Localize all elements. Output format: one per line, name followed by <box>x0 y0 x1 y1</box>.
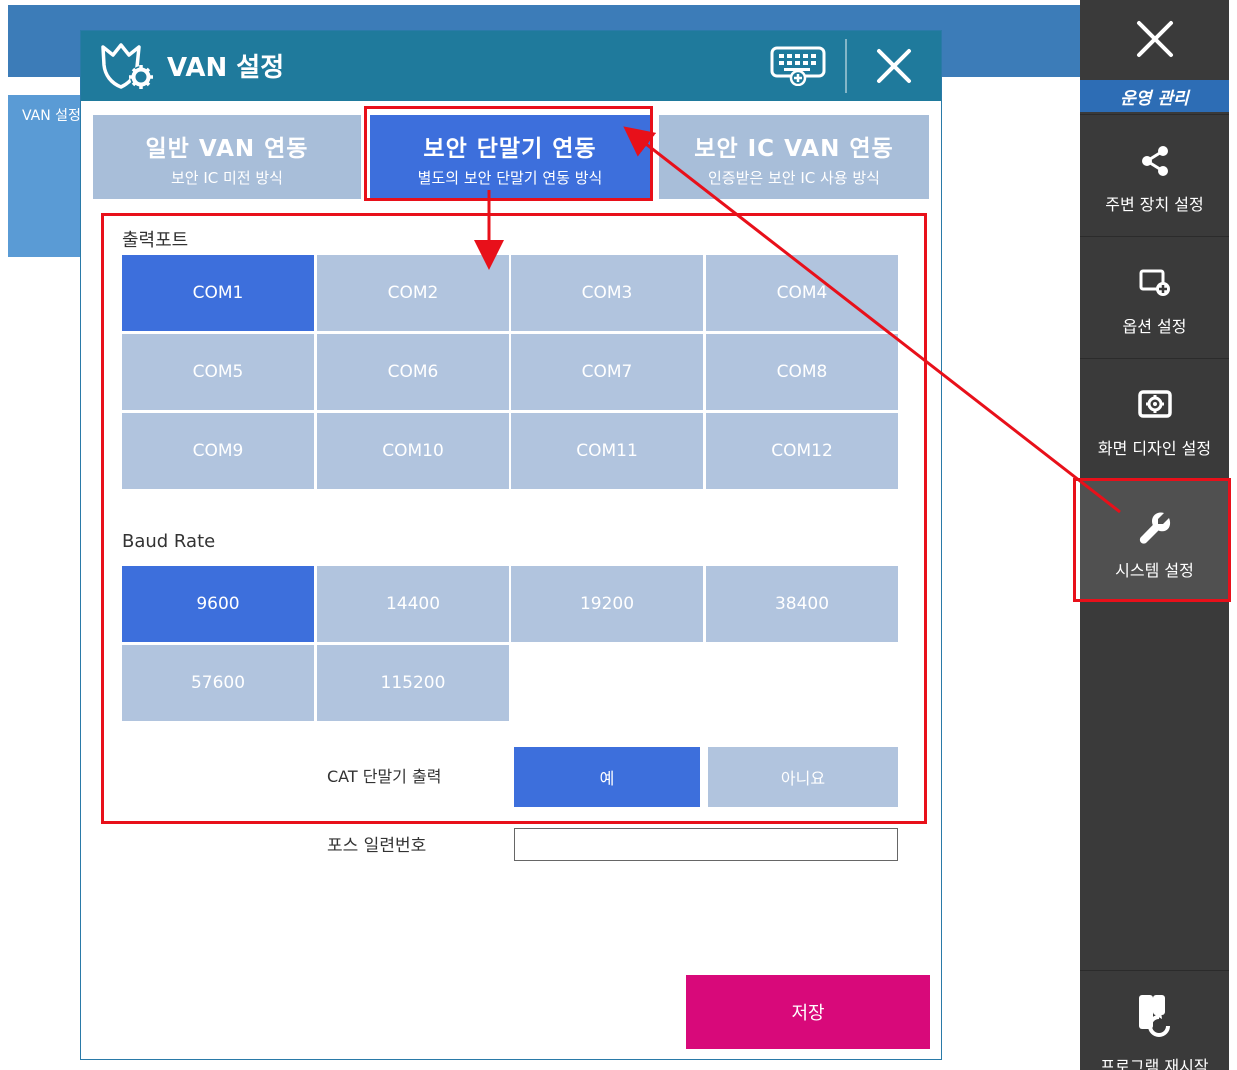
port-option-com8[interactable]: COM8 <box>706 334 898 410</box>
sidebar-close-button[interactable] <box>1080 0 1229 78</box>
title-divider <box>845 39 847 93</box>
baud-option-14400[interactable]: 14400 <box>317 566 509 642</box>
close-icon <box>877 49 911 83</box>
monitor-gear-icon <box>1137 390 1172 418</box>
sidebar-item-screen-design[interactable]: 화면 디자인 설정 <box>1080 358 1229 478</box>
wrench-icon <box>1139 512 1170 544</box>
cat-output-no-button[interactable]: 아니요 <box>708 747 898 807</box>
pos-serial-input[interactable] <box>514 828 898 861</box>
cat-output-label: CAT 단말기 출력 <box>327 767 442 786</box>
baud-option-9600[interactable]: 9600 <box>122 566 314 642</box>
baud-section-label: Baud Rate <box>122 531 216 552</box>
shield-gear-icon <box>99 41 159 95</box>
tab-subtitle: 별도의 보안 단말기 연동 방식 <box>417 169 603 187</box>
right-sidebar: 운영 관리 주변 장치 설정 옵션 설정 화면 디자인 설정 시스템 설정 프로… <box>1080 0 1229 1070</box>
port-option-com11[interactable]: COM11 <box>511 413 703 489</box>
close-icon <box>1136 21 1173 57</box>
dialog-close-button[interactable] <box>869 41 919 91</box>
tab-subtitle: 인증받은 보안 IC 사용 방식 <box>708 169 880 187</box>
sidebar-item-label: 시스템 설정 <box>1115 561 1194 580</box>
share-icon <box>1141 146 1168 176</box>
pos-serial-label: 포스 일련번호 <box>327 836 427 856</box>
sidebar-item-options[interactable]: 옵션 설정 <box>1080 236 1229 356</box>
baud-option-19200[interactable]: 19200 <box>511 566 703 642</box>
tab-title: 보안 IC VAN 연동 <box>694 136 894 162</box>
tab-title: 보안 단말기 연동 <box>423 136 597 162</box>
port-option-com4[interactable]: COM4 <box>706 255 898 331</box>
port-option-com12[interactable]: COM12 <box>706 413 898 489</box>
save-button[interactable]: 저장 <box>686 975 930 1049</box>
sidebar-item-label: 옵션 설정 <box>1122 317 1187 336</box>
sidebar-item-label: 주변 장치 설정 <box>1105 195 1204 214</box>
port-option-com10[interactable]: COM10 <box>317 413 509 489</box>
port-option-com3[interactable]: COM3 <box>511 255 703 331</box>
port-option-com6[interactable]: COM6 <box>317 334 509 410</box>
sidebar-item-label: 프로그램 재시작 <box>1100 1057 1209 1070</box>
background-left-tab-label: VAN 설정 <box>22 108 81 124</box>
sidebar-header: 운영 관리 <box>1080 80 1229 112</box>
van-settings-dialog: VAN 설정 일반 VAN 연동 보안 IC 미전 방식 보안 단말기 연동 별… <box>80 30 942 1060</box>
sidebar-item-label: 화면 디자인 설정 <box>1097 439 1212 458</box>
sidebar-item-system[interactable]: 시스템 설정 <box>1080 480 1229 600</box>
port-option-com7[interactable]: COM7 <box>511 334 703 410</box>
sidebar-item-peripheral[interactable]: 주변 장치 설정 <box>1080 114 1229 234</box>
screen-plus-icon <box>1139 269 1170 296</box>
baud-option-38400[interactable]: 38400 <box>706 566 898 642</box>
port-option-com2[interactable]: COM2 <box>317 255 509 331</box>
tab-title: 일반 VAN 연동 <box>145 136 309 162</box>
port-option-com9[interactable]: COM9 <box>122 413 314 489</box>
port-option-com5[interactable]: COM5 <box>122 334 314 410</box>
port-option-com1[interactable]: COM1 <box>122 255 314 331</box>
port-section-label: 출력포트 <box>122 230 189 251</box>
keyboard-button[interactable] <box>769 43 829 89</box>
tab-secure-ic-van[interactable]: 보안 IC VAN 연동 인증받은 보안 IC 사용 방식 <box>659 115 929 199</box>
keyboard-icon <box>770 46 826 86</box>
cat-output-yes-button[interactable]: 예 <box>514 747 700 807</box>
dialog-title-bar: VAN 설정 <box>81 31 941 101</box>
baud-option-57600[interactable]: 57600 <box>122 645 314 721</box>
tab-general-van[interactable]: 일반 VAN 연동 보안 IC 미전 방식 <box>93 115 361 199</box>
restart-icon <box>1138 995 1170 1037</box>
dialog-title: VAN 설정 <box>167 53 285 83</box>
sidebar-item-restart[interactable]: 프로그램 재시작 <box>1080 970 1229 1070</box>
tab-secure-terminal[interactable]: 보안 단말기 연동 별도의 보안 단말기 연동 방식 <box>370 115 650 199</box>
tab-subtitle: 보안 IC 미전 방식 <box>170 169 283 187</box>
baud-option-115200[interactable]: 115200 <box>317 645 509 721</box>
